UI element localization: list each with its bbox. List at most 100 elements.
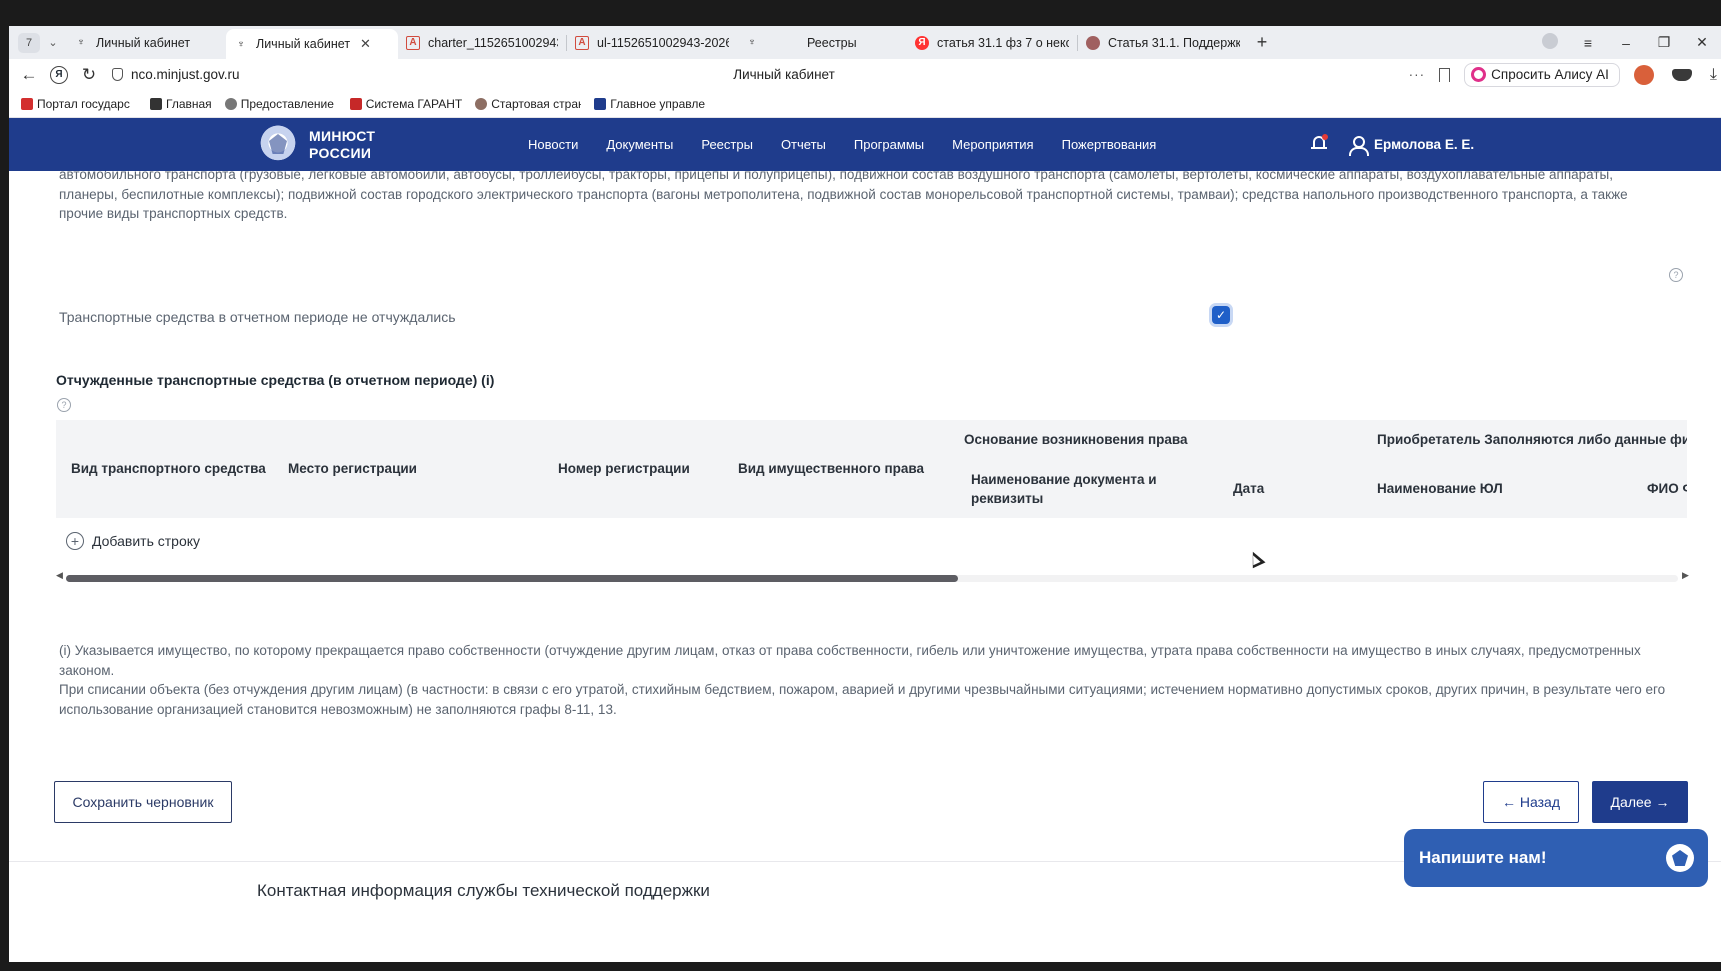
- restore-icon[interactable]: ❐: [1645, 34, 1683, 51]
- eagle-icon: [594, 97, 607, 110]
- logo-text: МИНЮСТ РОССИИ: [309, 128, 375, 162]
- menu-icon[interactable]: ≡: [1569, 35, 1607, 51]
- form-content: автомобильного транспорта (грузовые, лег…: [9, 171, 1721, 962]
- alice-button[interactable]: Спросить Алису AI: [1464, 62, 1620, 87]
- plus-circle-icon: +: [66, 532, 84, 550]
- tab-4[interactable]: A ul-1152651002943-20260: [567, 29, 737, 57]
- tab-1[interactable]: ♆ Личный кабинет: [66, 29, 226, 57]
- logo-line-2: РОССИИ: [309, 145, 372, 161]
- tab-6[interactable]: Я статья 31.1 фз 7 о неком: [907, 29, 1077, 57]
- scroll-left-icon[interactable]: ◀: [56, 570, 63, 581]
- bookmark-item[interactable]: Главная: [150, 97, 212, 111]
- section-title: Отчужденные транспортные средства (в отч…: [56, 372, 495, 388]
- consultant-icon: [1086, 35, 1100, 50]
- close-window-icon[interactable]: ✕: [1683, 34, 1721, 51]
- extension-icon[interactable]: [1633, 64, 1654, 85]
- help-icon[interactable]: ?: [1669, 268, 1683, 282]
- emblem-icon: [1666, 844, 1694, 872]
- add-row-label: Добавить строку: [92, 533, 201, 549]
- bookmark-item[interactable]: Портал государс: [21, 97, 137, 111]
- vehicles-table: Вид транспортного средства Место регистр…: [56, 420, 1687, 518]
- col-vehicle-type: Вид транспортного средства: [71, 461, 266, 476]
- user-name: Ермолова Е. Е.: [1374, 137, 1475, 152]
- tab-title: Личный кабинет: [96, 35, 191, 50]
- start-page-icon: [475, 97, 488, 110]
- emblem-icon: [257, 124, 299, 166]
- yandex-button-icon[interactable]: Я: [50, 65, 68, 84]
- not-sold-label: Транспортные средства в отчетном периоде…: [59, 309, 456, 325]
- save-draft-button[interactable]: Сохранить черновник: [54, 781, 232, 823]
- bookmark-item[interactable]: Система ГАРАНТ: [349, 96, 463, 111]
- tab-title: Реестры: [807, 35, 857, 50]
- bookmark-item[interactable]: Стартовая стран: [475, 97, 581, 111]
- tab-title: charter_1152651002943.p: [428, 35, 558, 50]
- bookmark-label: Главная: [166, 96, 212, 111]
- gosuslugi-icon: [224, 97, 237, 110]
- nav-registries[interactable]: Реестры: [701, 137, 753, 152]
- tab-count-badge[interactable]: 7: [18, 32, 40, 53]
- col-group-basis: Основание возникновения права: [964, 432, 1188, 447]
- help-icon[interactable]: ?: [57, 398, 71, 412]
- nav-news[interactable]: Новости: [528, 137, 578, 152]
- window-controls: ≡ – ❐ ✕: [1531, 26, 1721, 59]
- scroll-right-icon[interactable]: ▶: [1682, 570, 1689, 581]
- tab-list-chevron-icon[interactable]: ⌄: [40, 36, 66, 49]
- bookmark-item[interactable]: Главное управле: [594, 97, 706, 111]
- bookmark-label: Предоставление: [240, 96, 334, 111]
- download-icon[interactable]: ⤓: [1710, 66, 1717, 84]
- eagle-icon: [150, 97, 162, 110]
- nav-programs[interactable]: Программы: [854, 137, 924, 152]
- reload-icon[interactable]: ↻: [74, 65, 104, 85]
- site-logo[interactable]: МИНЮСТ РОССИИ: [257, 124, 375, 166]
- col-fio: ФИО Ф: [1647, 481, 1687, 496]
- profile-icon[interactable]: [1531, 33, 1569, 52]
- footnote-2: При списании объекта (без отчуждения дру…: [59, 682, 1666, 717]
- next-button[interactable]: Далее →: [1592, 781, 1688, 823]
- nav-reports[interactable]: Отчеты: [781, 137, 826, 152]
- logo-line-1: МИНЮСТ: [309, 128, 376, 144]
- bookmark-label: Стартовая стран: [491, 96, 582, 111]
- bookmarks-bar: Портал государс Главная Предоставление С…: [9, 90, 1721, 118]
- garant-icon: [349, 97, 362, 110]
- notification-bell-icon[interactable]: [1311, 134, 1328, 152]
- bookmark-label: Система ГАРАНТ: [365, 96, 463, 111]
- url-field[interactable]: nco.minjust.gov.ru: [112, 67, 240, 82]
- bookmark-icon[interactable]: [1439, 67, 1451, 82]
- alice-label: Спросить Алису AI: [1491, 67, 1609, 82]
- back-arrow-icon[interactable]: ←: [14, 65, 44, 85]
- bookmark-flag-icon: [21, 97, 33, 110]
- eagle-icon: ♆: [748, 37, 756, 48]
- tab-2-active[interactable]: ♆ Личный кабинет ✕: [226, 29, 398, 59]
- chat-label: Напишите нам!: [1419, 848, 1547, 867]
- back-button[interactable]: ← Назад: [1483, 781, 1579, 823]
- bookmark-label: Главное управле: [610, 96, 706, 111]
- chat-widget[interactable]: Напишите нам!: [1404, 829, 1708, 887]
- more-icon[interactable]: ···: [1409, 67, 1426, 82]
- col-reg-place: Место регистрации: [288, 461, 417, 476]
- screen-frame-left: [0, 0, 9, 971]
- scrollbar-thumb[interactable]: [66, 575, 958, 582]
- extension-icon[interactable]: [1671, 68, 1692, 81]
- bookmark-item[interactable]: Предоставление: [224, 96, 337, 111]
- tab-7[interactable]: Статья 31.1. Поддержка с: [1078, 29, 1248, 57]
- user-menu[interactable]: Ермолова Е. Е.: [1349, 118, 1474, 171]
- tab-5[interactable]: ♆ Реестры: [737, 29, 907, 57]
- tab-title: Статья 31.1. Поддержка с: [1108, 35, 1240, 50]
- nav-documents[interactable]: Документы: [606, 137, 673, 152]
- nav-events[interactable]: Мероприятия: [952, 137, 1034, 152]
- minimize-icon[interactable]: –: [1607, 35, 1645, 51]
- new-tab-button[interactable]: +: [1248, 32, 1276, 53]
- add-row-button[interactable]: + Добавить строку: [66, 532, 200, 550]
- pdf-icon: A: [406, 35, 420, 50]
- address-page-title: Личный кабинет: [733, 67, 835, 82]
- not-sold-checkbox[interactable]: ✓: [1212, 306, 1230, 324]
- tab-3[interactable]: A charter_1152651002943.p: [398, 29, 566, 57]
- table-horizontal-scrollbar[interactable]: ◀ ▶: [56, 570, 1692, 584]
- close-tab-icon[interactable]: ✕: [360, 36, 371, 52]
- screen-frame-bottom: [0, 962, 1721, 971]
- col-doc-name: Наименование документа и реквизиты: [971, 472, 1157, 506]
- nav-donations[interactable]: Пожертвования: [1062, 137, 1157, 152]
- footnote-1: (i) Указывается имущество, по которому п…: [59, 643, 1641, 678]
- tab-title: ul-1152651002943-20260: [597, 35, 729, 50]
- contact-title: Контактная информация службы технической…: [257, 881, 710, 900]
